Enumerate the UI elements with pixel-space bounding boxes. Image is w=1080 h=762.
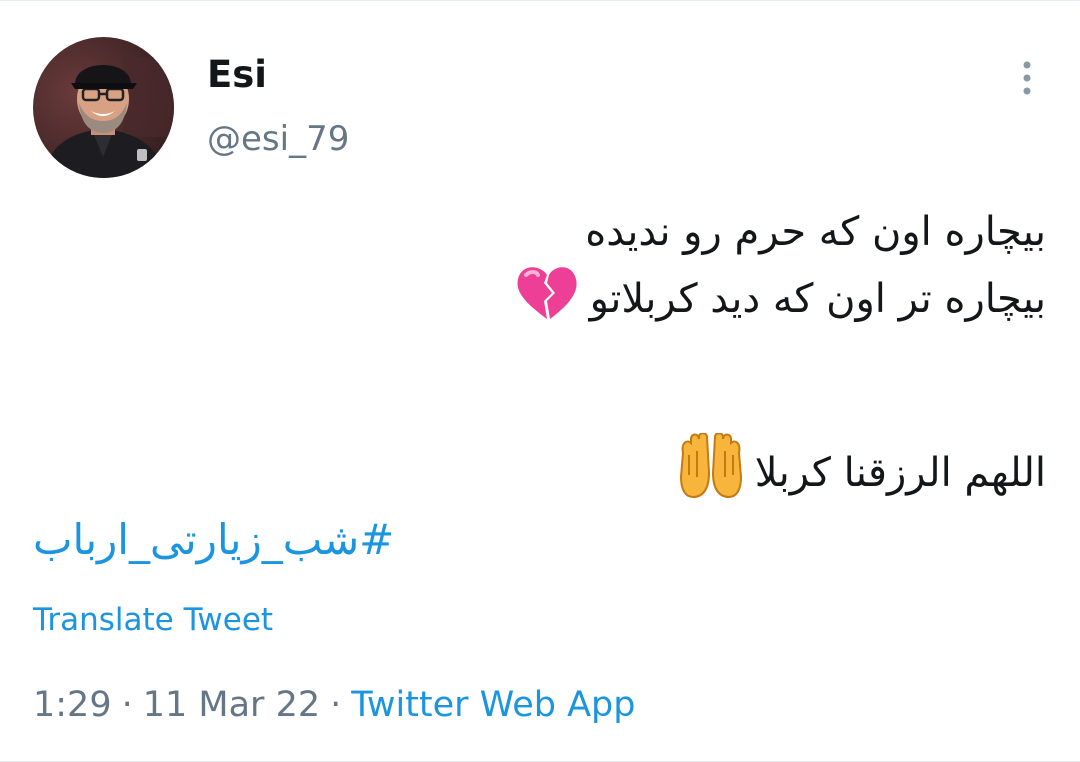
translate-tweet-link[interactable]: Translate Tweet: [33, 599, 273, 641]
tweet-line-2: بیچاره تر اون که دید کربلاتو: [589, 276, 1046, 322]
user-name[interactable]: Esi: [207, 53, 267, 97]
avatar-image: [33, 37, 174, 178]
tweet-line-2-wrapper: بیچاره تر اون که دید کربلاتو: [146, 263, 1046, 339]
avatar[interactable]: [33, 37, 174, 178]
palms-up-together-icon: [677, 432, 745, 517]
tweet-card: Esi @esi_79 بیچاره اون که حرم رو ندیده ب…: [0, 0, 1080, 762]
tweet-line-3: اللهم الرزقنا کربلا: [754, 450, 1046, 496]
tweet-line-3-wrapper: اللهم الرزقنا کربلا: [146, 432, 1046, 517]
tweet-text: بیچاره اون که حرم رو ندیده بیچاره تر اون…: [146, 201, 1046, 517]
user-handle[interactable]: @esi_79: [207, 117, 349, 161]
broken-heart-icon: [514, 263, 580, 339]
tweet-line-1: بیچاره اون که حرم رو ندیده: [585, 209, 1046, 255]
tweet-metadata: 1:29 · 11 Mar 22 · Twitter Web App: [33, 682, 636, 728]
tweet-date[interactable]: 11 Mar 22: [143, 685, 320, 725]
tweet-time[interactable]: 1:29: [33, 685, 112, 725]
meta-separator: ·: [330, 685, 342, 725]
more-options-icon[interactable]: [1010, 59, 1044, 97]
meta-separator: ·: [121, 685, 133, 725]
tweet-source-link[interactable]: Twitter Web App: [351, 685, 635, 725]
hashtag-link[interactable]: #شب_زیارتی_ارباب: [33, 509, 394, 571]
